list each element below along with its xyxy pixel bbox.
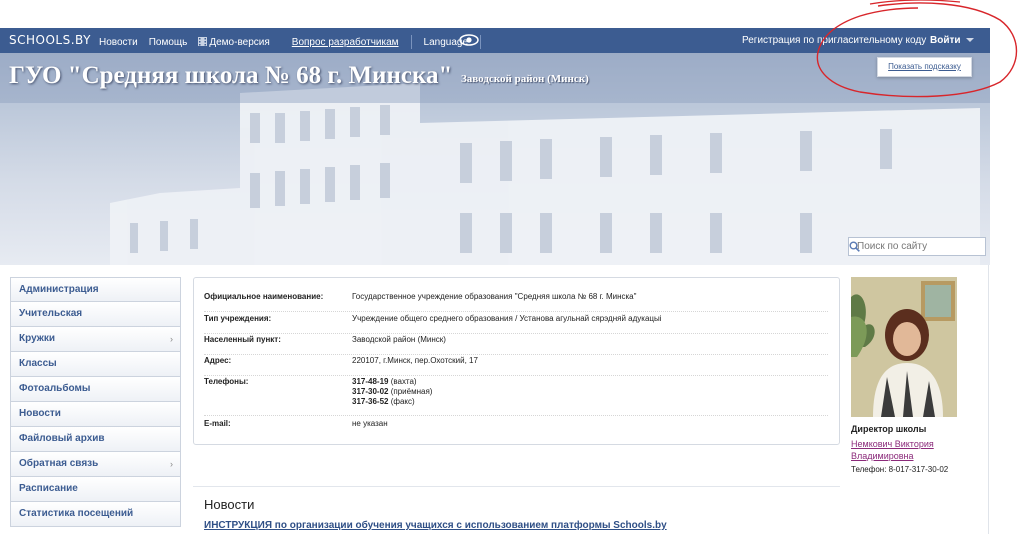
register-by-code-link[interactable]: Регистрация по пригласительному коду bbox=[742, 35, 926, 46]
sidebar-item-label: Фотоальбомы bbox=[19, 383, 91, 394]
sidebar-item-file-archive[interactable]: Файловый архив bbox=[10, 427, 181, 452]
site-logo[interactable]: SCHOOLS.BY bbox=[9, 33, 91, 47]
header-banner: ГУО "Средняя школа № 68 г. Минска" Завод… bbox=[0, 53, 990, 265]
phone-line: 317-48-19 (вахта) bbox=[352, 377, 417, 386]
director-name-second: Владимировна bbox=[851, 451, 914, 461]
sidebar-item-clubs[interactable]: Кружки › bbox=[10, 327, 181, 352]
show-hint-tooltip[interactable]: Показать подсказку bbox=[877, 57, 972, 77]
nav-divider bbox=[410, 35, 412, 49]
phone-number: 317-30-02 bbox=[352, 387, 389, 396]
director-portrait bbox=[851, 277, 957, 417]
info-row-locality: Населенный пункт: Заводской район (Минск… bbox=[204, 335, 828, 355]
phone-note: (вахта) bbox=[390, 377, 417, 386]
director-photo bbox=[851, 277, 957, 417]
chevron-right-icon: › bbox=[170, 459, 173, 469]
phone-number: 317-48-19 bbox=[352, 377, 389, 386]
school-title: ГУО "Средняя школа № 68 г. Минска" bbox=[9, 62, 453, 89]
phone-line: 317-36-52 (факс) bbox=[352, 397, 415, 406]
info-value: Учреждение общего среднего образования /… bbox=[352, 314, 662, 323]
sidebar-item-classes[interactable]: Классы bbox=[10, 352, 181, 377]
sidebar-item-photo-albums[interactable]: Фотоальбомы bbox=[10, 377, 181, 402]
school-district: Заводской район (Минск) bbox=[461, 73, 589, 85]
nav-news-link[interactable]: Новости bbox=[99, 37, 138, 48]
phone-list: 317-48-19 (вахта) 317-30-02 (приёмная) 3… bbox=[352, 377, 432, 407]
director-name-first: Немкович Виктория bbox=[851, 439, 934, 449]
info-row-email: E-mail: не указан bbox=[204, 419, 828, 439]
eye-icon[interactable] bbox=[459, 34, 479, 46]
phone-line: 317-30-02 (приёмная) bbox=[352, 387, 432, 396]
nav-demo-link[interactable]: Демо-версия bbox=[198, 36, 280, 48]
top-navbar: SCHOOLS.BY Новости Помощь Демо-версия Во… bbox=[0, 28, 990, 53]
film-icon bbox=[198, 36, 208, 46]
info-value: 220107, г.Минск, пер.Охотский, 17 bbox=[352, 356, 478, 365]
sidebar-item-label: Новости bbox=[19, 408, 61, 419]
info-row-phones: Телефоны: 317-48-19 (вахта) 317-30-02 (п… bbox=[204, 377, 828, 416]
info-label: Телефоны: bbox=[204, 377, 249, 386]
info-row-address: Адрес: 220107, г.Минск, пер.Охотский, 17 bbox=[204, 356, 828, 376]
chevron-right-icon: › bbox=[170, 334, 173, 344]
sidebar-item-news[interactable]: Новости bbox=[10, 402, 181, 427]
info-label: Населенный пункт: bbox=[204, 335, 281, 344]
sidebar-item-label: Файловый архив bbox=[19, 433, 105, 444]
sidebar-item-teachers[interactable]: Учительская bbox=[10, 302, 181, 327]
director-phone: Телефон: 8-017-317-30-02 bbox=[851, 465, 949, 474]
sidebar-item-label: Статистика посещений bbox=[19, 508, 134, 519]
sidebar-menu: Администрация Учительская Кружки › Классы… bbox=[10, 277, 181, 527]
nav-help-link[interactable]: Помощь bbox=[149, 37, 188, 48]
top-nav: Новости Помощь Демо-версия Вопрос разраб… bbox=[99, 35, 493, 49]
info-value: Государственное учреждение образования "… bbox=[352, 292, 637, 301]
site-search-input[interactable]: Поиск по сайту bbox=[848, 237, 986, 256]
sidebar-item-label: Классы bbox=[19, 358, 57, 369]
director-role: Директор школы bbox=[851, 424, 927, 434]
sidebar-item-label: Администрация bbox=[19, 284, 99, 295]
info-label: Официальное наименование: bbox=[204, 292, 324, 301]
nav-dev-question-link[interactable]: Вопрос разработчикам bbox=[292, 37, 399, 48]
content-border bbox=[988, 265, 989, 534]
login-label: Войти bbox=[930, 35, 961, 46]
sidebar-item-schedule[interactable]: Расписание bbox=[10, 477, 181, 502]
caret-down-icon bbox=[965, 38, 974, 43]
director-name-link[interactable]: Немкович Виктория Владимировна bbox=[851, 438, 971, 462]
director-card: Директор школы Немкович Виктория Владими… bbox=[851, 277, 971, 474]
school-info-box: Официальное наименование: Государственно… bbox=[193, 277, 840, 445]
info-row-official-name: Официальное наименование: Государственно… bbox=[204, 292, 828, 312]
sidebar-item-label: Кружки bbox=[19, 333, 56, 344]
sidebar-item-feedback[interactable]: Обратная связь › bbox=[10, 452, 181, 477]
login-button[interactable]: Войти bbox=[930, 35, 974, 46]
nav-demo-label: Демо-версия bbox=[209, 36, 270, 48]
info-value: Заводской район (Минск) bbox=[352, 335, 446, 344]
search-placeholder: Поиск по сайту bbox=[857, 241, 928, 252]
news-article-link[interactable]: ИНСТРУКЦИЯ по организации обучения учащи… bbox=[204, 520, 667, 531]
info-label: Адрес: bbox=[204, 356, 232, 365]
sidebar-item-label: Обратная связь bbox=[19, 458, 99, 469]
search-icon[interactable] bbox=[849, 241, 860, 252]
sidebar-item-label: Расписание bbox=[19, 483, 78, 494]
page: SCHOOLS.BY Новости Помощь Демо-версия Во… bbox=[0, 0, 1024, 534]
phone-note: (приёмная) bbox=[390, 387, 433, 396]
news-heading: Новости bbox=[204, 497, 255, 512]
phone-number: 317-36-52 bbox=[352, 397, 389, 406]
sidebar-item-label: Учительская bbox=[19, 308, 83, 319]
sidebar-item-visit-stats[interactable]: Статистика посещений bbox=[10, 502, 181, 527]
sidebar-item-administration[interactable]: Администрация bbox=[10, 277, 181, 302]
nav-divider bbox=[480, 35, 482, 49]
info-label: E-mail: bbox=[204, 419, 231, 428]
info-label: Тип учреждения: bbox=[204, 314, 272, 323]
info-value: не указан bbox=[352, 419, 388, 428]
phone-note: (факс) bbox=[390, 397, 415, 406]
info-row-type: Тип учреждения: Учреждение общего средне… bbox=[204, 314, 828, 334]
news-section: Новости ИНСТРУКЦИЯ по организации обучен… bbox=[193, 486, 840, 534]
